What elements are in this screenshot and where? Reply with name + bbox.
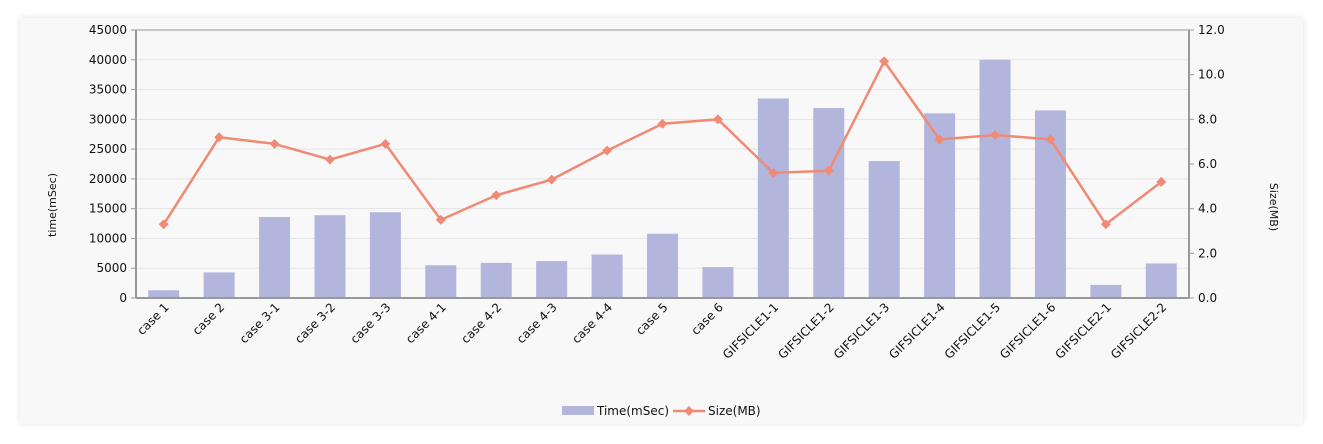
right-axis-tick-label: 10.0 — [1198, 68, 1225, 82]
point-size — [325, 154, 335, 165]
left-axis-title: time(mSec) — [46, 173, 59, 237]
legend[interactable]: Time(mSec) Size(MB) — [562, 404, 761, 418]
bar-time — [369, 212, 401, 298]
bar-time — [757, 98, 789, 298]
bar-time — [1090, 284, 1122, 298]
x-axis-tick-label: case 6 — [689, 300, 727, 338]
x-axis-tick-label: case 3-3 — [348, 300, 394, 346]
bar-time — [868, 161, 900, 298]
bar-time — [480, 262, 512, 298]
x-axis-tick-label: GIFSICLE1-4 — [886, 300, 947, 361]
left-axis-tick-label: 30000 — [89, 112, 127, 126]
left-axis-tick-label: 0 — [119, 291, 127, 305]
right-axis-tick-label: 0.0 — [1198, 291, 1217, 305]
right-axis-tick-label: 6.0 — [1198, 157, 1217, 171]
point-size — [602, 145, 613, 156]
point-size — [269, 138, 280, 149]
point-size — [657, 118, 668, 129]
bar-time — [702, 267, 734, 298]
bar-time — [148, 290, 180, 298]
line-series-size — [158, 56, 1167, 230]
right-axis-tick-label: 8.0 — [1198, 112, 1217, 126]
x-axis-tick-label: case 5 — [633, 300, 671, 338]
bar-time — [259, 217, 291, 298]
left-axis-tick-label: 35000 — [89, 83, 127, 97]
x-axis-tick-label: GIFSICLE2-1 — [1053, 300, 1114, 361]
x-axis-tick-label: case 1 — [134, 300, 172, 338]
combo-chart: 0 5000 10000 15000 20000 25000 30000 35000 40000… — [46, 23, 1280, 418]
point-size — [491, 190, 502, 201]
left-axis-tick-label: 40000 — [89, 53, 127, 67]
bar-time — [203, 272, 235, 298]
left-axis-ticks: 0 5000 10000 15000 20000 25000 30000 35000 40000… — [89, 23, 136, 305]
bar-time — [536, 261, 568, 298]
right-axis-tick-label: 2.0 — [1198, 246, 1217, 260]
x-axis-tick-label: case 4-4 — [569, 300, 615, 346]
x-axis-tick-label: case 4-3 — [514, 300, 560, 346]
right-axis-title: Size(MB) — [1267, 183, 1280, 231]
bar-time — [813, 108, 845, 298]
left-axis-tick-label: 20000 — [89, 172, 127, 186]
legend-swatch-size-marker — [684, 406, 694, 416]
left-axis-tick-label: 25000 — [89, 142, 127, 156]
legend-swatch-time — [562, 406, 594, 415]
x-axis-tick-label: GIFSICLE1-6 — [997, 300, 1058, 361]
x-axis-tick-label: GIFSICLE2-2 — [1108, 300, 1169, 361]
x-axis-tick-label: GIFSICLE1-3 — [831, 300, 892, 361]
left-axis-tick-label: 45000 — [89, 23, 127, 37]
line-size — [162, 60, 1163, 226]
bar-time — [647, 233, 678, 298]
x-axis-tick-label: case 2 — [190, 300, 228, 338]
bar-time — [591, 254, 623, 298]
bar-time — [425, 265, 457, 298]
x-axis-tick-label: case 3-1 — [237, 300, 283, 346]
x-axis-tick-label: case 3-2 — [292, 300, 338, 346]
right-axis-ticks: 0.0 2.0 4.0 6.0 8.0 10.0 12.0 — [1189, 23, 1225, 305]
x-axis-tick-label: GIFSICLE1-5 — [942, 300, 1003, 361]
right-axis-tick-label: 12.0 — [1198, 23, 1225, 37]
legend-label-time: Time(mSec) — [596, 404, 669, 418]
x-axis-tick-label: GIFSICLE1-1 — [720, 300, 781, 361]
left-axis-tick-label: 10000 — [89, 231, 127, 245]
bar-time — [314, 215, 346, 298]
right-axis-tick-label: 4.0 — [1198, 202, 1217, 216]
x-axis-ticks: case 1 case 2 case 3-1 case 3-2 case 3-3 case… — [134, 300, 1169, 361]
x-axis-tick-label: case 4-1 — [403, 300, 449, 346]
bar-time — [1145, 263, 1177, 298]
left-axis-tick-label: 15000 — [89, 202, 127, 216]
point-size — [546, 174, 557, 185]
legend-label-size: Size(MB) — [708, 404, 761, 418]
x-axis-tick-label: GIFSICLE1-2 — [775, 300, 836, 361]
bar-time — [979, 59, 1011, 299]
x-axis-tick-label: case 4-2 — [458, 300, 504, 346]
left-axis-tick-label: 5000 — [96, 261, 127, 275]
